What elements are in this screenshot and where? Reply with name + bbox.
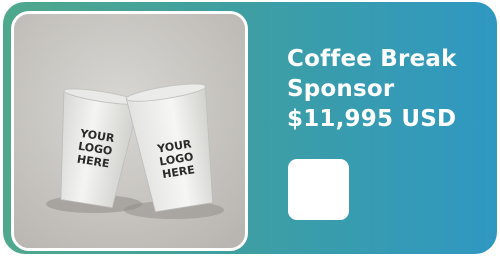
- price-label: $11,995 USD: [287, 106, 457, 132]
- coffee-cups-image: YOUR LOGO HERE YOUR LOGO HERE: [14, 14, 245, 248]
- product-photo: YOUR LOGO HERE YOUR LOGO HERE: [11, 11, 248, 251]
- title-line-1: Coffee Break: [287, 46, 457, 72]
- select-box[interactable]: [288, 159, 349, 220]
- sponsorship-title: Coffee Break Sponsor $11,995 USD: [287, 44, 492, 134]
- title-line-2: Sponsor: [287, 76, 395, 102]
- sponsorship-card: YOUR LOGO HERE YOUR LOGO HERE Coffee Bre…: [3, 2, 497, 254]
